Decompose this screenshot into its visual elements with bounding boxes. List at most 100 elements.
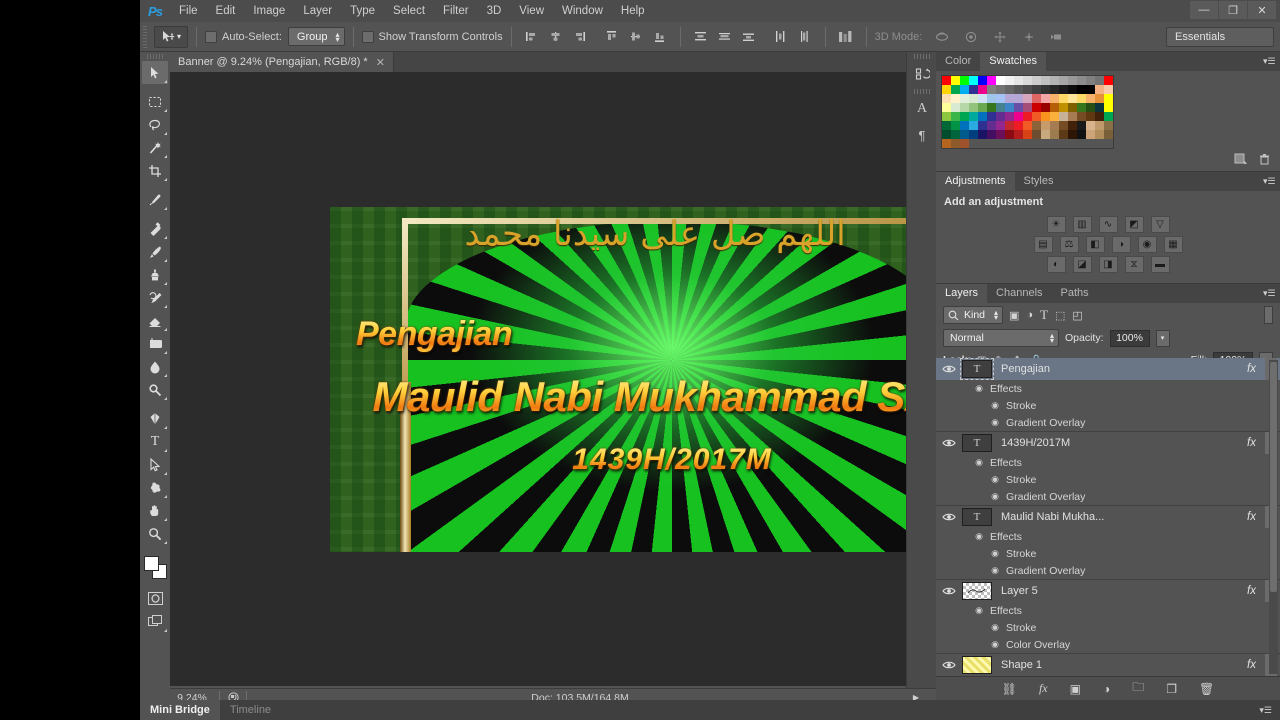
color-swatch[interactable] [960, 121, 969, 130]
opacity-value-field[interactable]: 100% [1109, 329, 1150, 347]
posterize-icon[interactable]: ◪ [1072, 256, 1092, 273]
color-swatch[interactable] [978, 130, 987, 139]
color-swatch[interactable] [1005, 76, 1014, 85]
invert-icon[interactable]: ◐ [1046, 256, 1066, 273]
three-d-pan-icon[interactable] [990, 27, 1010, 47]
tools-panel-gripper[interactable] [142, 52, 168, 61]
layer-effect-item[interactable]: ◉ Stroke [936, 545, 1280, 562]
selective-color-icon[interactable]: ⧖ [1124, 256, 1144, 273]
layer-thumbnail[interactable]: T [960, 358, 994, 380]
layer-effect-item[interactable]: ◉ Gradient Overlay [936, 488, 1280, 505]
menu-item-layer[interactable]: Layer [294, 0, 341, 22]
color-swatch[interactable] [960, 139, 969, 148]
menu-item-image[interactable]: Image [244, 0, 294, 22]
color-swatch[interactable] [1086, 85, 1095, 94]
clone-stamp-tool[interactable] [142, 263, 168, 286]
color-swatch[interactable] [1023, 94, 1032, 103]
color-swatch[interactable] [1059, 130, 1068, 139]
filter-shape-icon[interactable]: ⬚ [1055, 309, 1065, 322]
active-tool-preset-button[interactable]: ▾ [154, 25, 188, 48]
color-swatch[interactable] [1041, 94, 1050, 103]
color-swatch[interactable] [1050, 103, 1059, 112]
color-swatch[interactable] [1059, 85, 1068, 94]
color-swatch[interactable] [1050, 76, 1059, 85]
filter-adjustment-icon[interactable]: ◑ [1026, 309, 1033, 321]
filter-toggle-switch[interactable] [1264, 306, 1273, 324]
history-brush-tool[interactable] [142, 286, 168, 309]
color-swatch[interactable] [1041, 139, 1050, 148]
three-d-camera-icon[interactable] [1048, 27, 1068, 47]
align-right-edges-button[interactable] [570, 27, 590, 47]
close-document-icon[interactable]: ✕ [376, 56, 385, 69]
color-swatch[interactable] [1032, 130, 1041, 139]
color-swatch[interactable] [987, 85, 996, 94]
layer-thumbnail[interactable]: T [962, 508, 992, 526]
channel-mixer-icon[interactable]: ◉ [1137, 236, 1157, 253]
brush-tool[interactable] [142, 240, 168, 263]
color-swatch[interactable] [1023, 103, 1032, 112]
color-swatch[interactable] [1023, 139, 1032, 148]
color-swatch[interactable] [951, 76, 960, 85]
color-swatch[interactable] [1050, 139, 1059, 148]
color-swatch[interactable] [1095, 85, 1104, 94]
color-swatch[interactable] [942, 94, 951, 103]
crop-tool[interactable] [142, 159, 168, 182]
custom-shape-tool[interactable] [142, 476, 168, 499]
effect-visibility-eye-icon[interactable]: ◉ [988, 471, 1002, 488]
blend-mode-dropdown[interactable]: Normal ▴ ▾ [943, 329, 1059, 347]
close-button[interactable]: ✕ [1248, 1, 1276, 19]
color-swatch[interactable] [1104, 112, 1113, 121]
layer-effect-item[interactable]: ◉ Stroke [936, 397, 1280, 414]
color-swatch[interactable] [1077, 76, 1086, 85]
color-swatch[interactable] [987, 139, 996, 148]
color-swatch[interactable] [1032, 121, 1041, 130]
foreground-color-swatch[interactable] [144, 556, 159, 571]
dock-gripper[interactable] [907, 52, 936, 61]
layer-effects-row[interactable]: ◉ Effects [936, 380, 1280, 397]
layer-row[interactable]: TMaulid Nabi Mukha...fx▲ [936, 506, 1280, 528]
color-swatch[interactable] [1077, 130, 1086, 139]
color-swatch[interactable] [1059, 139, 1068, 148]
color-swatch[interactable] [1005, 103, 1014, 112]
effect-visibility-eye-icon[interactable]: ◉ [988, 488, 1002, 505]
color-swatch[interactable] [1023, 85, 1032, 94]
new-group-icon[interactable]: 🗀 [1132, 678, 1144, 699]
color-swatch[interactable] [978, 103, 987, 112]
color-swatch[interactable] [996, 139, 1005, 148]
color-swatch[interactable] [1023, 112, 1032, 121]
color-swatch[interactable] [1086, 139, 1095, 148]
effect-visibility-eye-icon[interactable]: ◉ [988, 397, 1002, 414]
color-swatch[interactable] [1095, 103, 1104, 112]
layer-visibility-eye-icon[interactable] [936, 432, 962, 454]
color-swatch[interactable] [1023, 130, 1032, 139]
delete-layer-icon[interactable]: 🗑 [1199, 682, 1214, 696]
color-swatch[interactable] [987, 103, 996, 112]
effects-visibility-eye-icon[interactable]: ◉ [972, 454, 986, 471]
color-swatch[interactable] [1050, 94, 1059, 103]
menu-item-file[interactable]: File [170, 0, 207, 22]
layer-visibility-eye-icon[interactable] [936, 654, 962, 676]
gradient-map-icon[interactable]: ▬ [1150, 256, 1170, 273]
color-swatch[interactable] [942, 103, 951, 112]
color-swatch[interactable] [996, 76, 1005, 85]
three-d-slide-icon[interactable] [1019, 27, 1039, 47]
color-swatch[interactable] [1086, 94, 1095, 103]
color-swatch[interactable] [960, 112, 969, 121]
align-horizontal-centers-button[interactable] [546, 27, 566, 47]
layer-effect-item[interactable]: ◉ Stroke [936, 471, 1280, 488]
layer-row[interactable]: Layer 5fx▲ [936, 580, 1280, 602]
color-swatch[interactable] [1068, 94, 1077, 103]
layer-style-icon[interactable]: fx [1039, 681, 1048, 696]
color-swatch[interactable] [960, 103, 969, 112]
zoom-tool[interactable] [142, 522, 168, 545]
color-swatch[interactable] [1077, 94, 1086, 103]
color-swatch[interactable] [1077, 112, 1086, 121]
path-selection-tool[interactable] [142, 453, 168, 476]
layer-row[interactable]: Shape 1fx▲ [936, 654, 1280, 676]
color-swatch[interactable] [1095, 76, 1104, 85]
bottom-panel-menu-icon[interactable]: ▾☰ [1259, 705, 1272, 716]
layers-scrollbar[interactable] [1269, 360, 1278, 674]
color-swatch[interactable] [978, 85, 987, 94]
magic-wand-tool[interactable] [142, 136, 168, 159]
rectangular-marquee-tool[interactable] [142, 90, 168, 113]
